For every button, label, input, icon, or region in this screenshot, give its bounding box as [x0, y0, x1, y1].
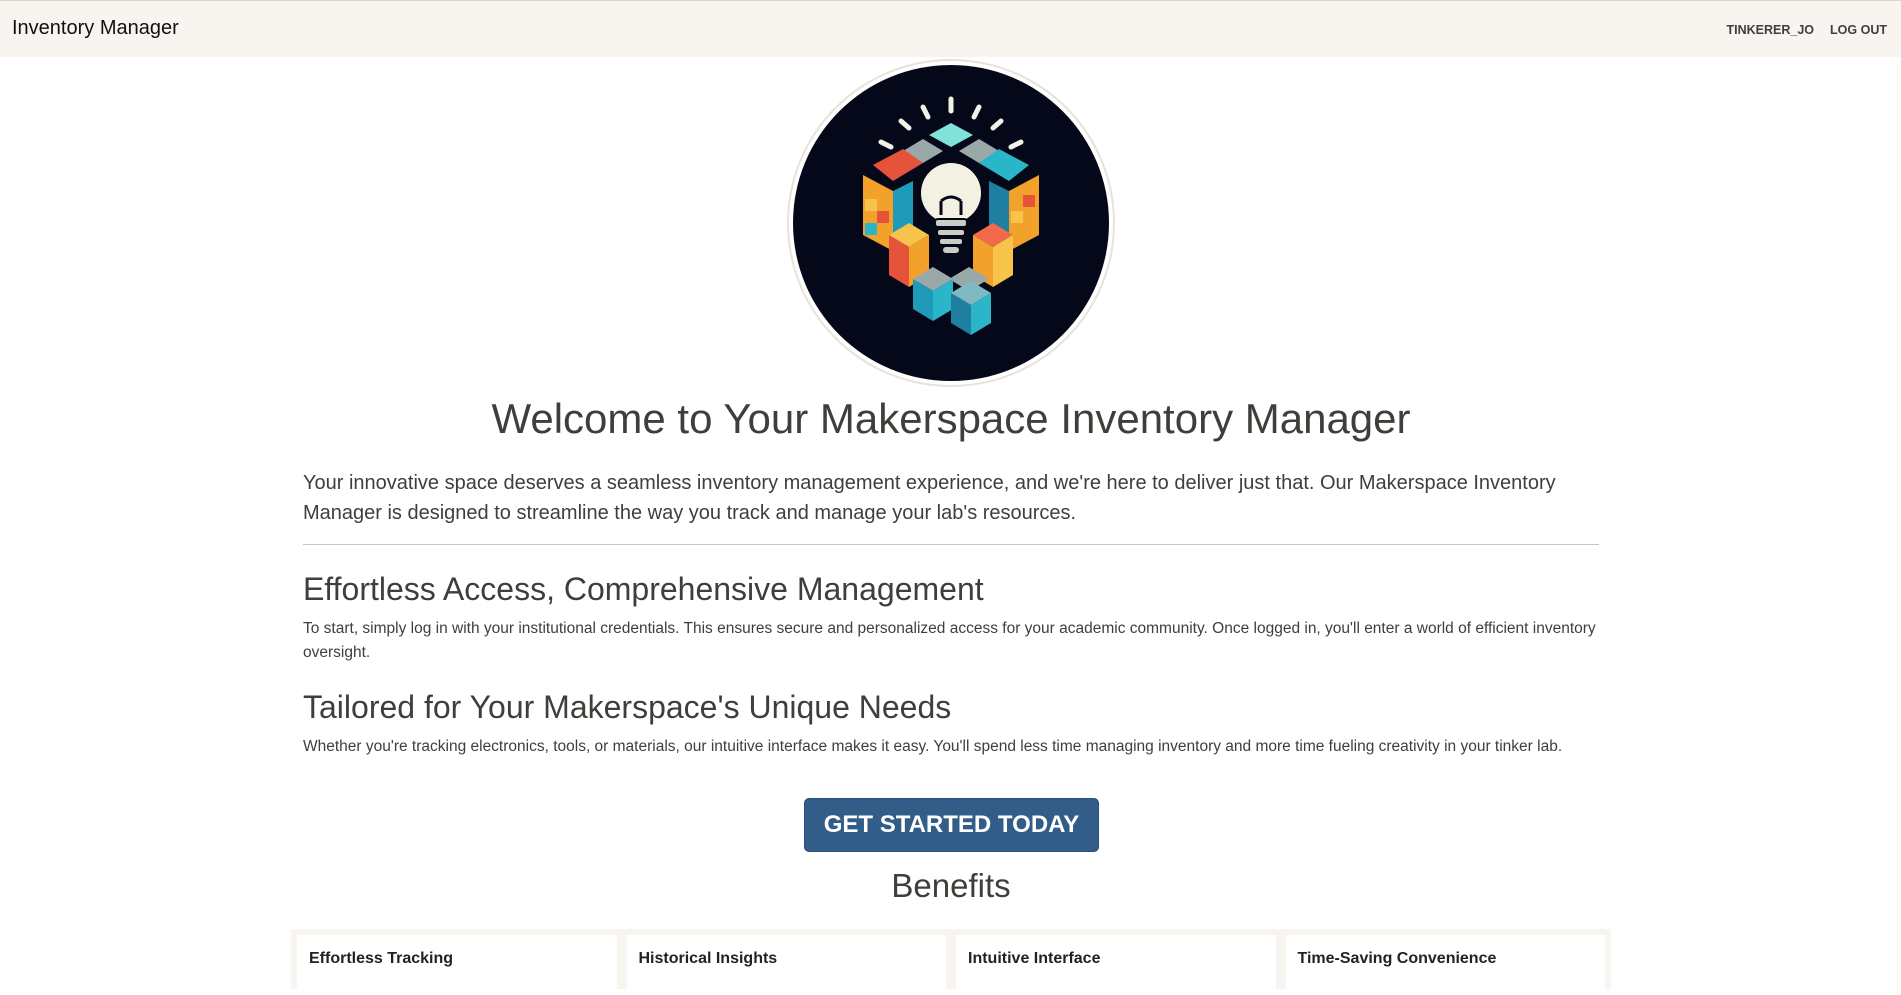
- section-text-tailored: Whether you're tracking electronics, too…: [303, 738, 1563, 755]
- benefit-title: Time-Saving Convenience: [1297, 950, 1497, 967]
- navbar: Inventory Manager TINKERER_JO LOG OUT: [0, 0, 1901, 57]
- divider: [303, 544, 1599, 545]
- section-title-access: Effortless Access, Comprehensive Managem…: [303, 571, 984, 607]
- benefit-title: Intuitive Interface: [968, 950, 1101, 967]
- benefit-card-interface: Intuitive Interface: [956, 935, 1276, 995]
- benefit-title: Historical Insights: [638, 950, 778, 967]
- user-menu-link[interactable]: TINKERER_JO: [1727, 21, 1815, 39]
- logout-link[interactable]: LOG OUT: [1830, 21, 1887, 39]
- lightbulb-cube-logo-icon: [793, 65, 1109, 381]
- page-title: Welcome to Your Makerspace Inventory Man…: [491, 395, 1411, 442]
- section-text-access: To start, simply log in with your instit…: [303, 620, 1596, 661]
- benefit-card-tracking: Effortless Tracking: [297, 935, 617, 995]
- get-started-button[interactable]: GET STARTED TODAY: [804, 798, 1099, 852]
- section-title-tailored: Tailored for Your Makerspace's Unique Ne…: [303, 689, 952, 725]
- benefit-card-convenience: Time-Saving Convenience: [1285, 935, 1605, 995]
- intro-lead-text: Your innovative space deserves a seamles…: [303, 472, 1556, 524]
- benefit-title: Effortless Tracking: [309, 950, 454, 967]
- benefits-title: Benefits: [891, 867, 1011, 904]
- brand-link[interactable]: Inventory Manager: [12, 16, 179, 40]
- nav-links: TINKERER_JO LOG OUT: [1727, 21, 1887, 39]
- logo-circle: [787, 59, 1115, 387]
- benefit-card-insights: Historical Insights: [626, 935, 946, 995]
- benefits-grid: Effortless Tracking Historical Insights …: [291, 929, 1611, 995]
